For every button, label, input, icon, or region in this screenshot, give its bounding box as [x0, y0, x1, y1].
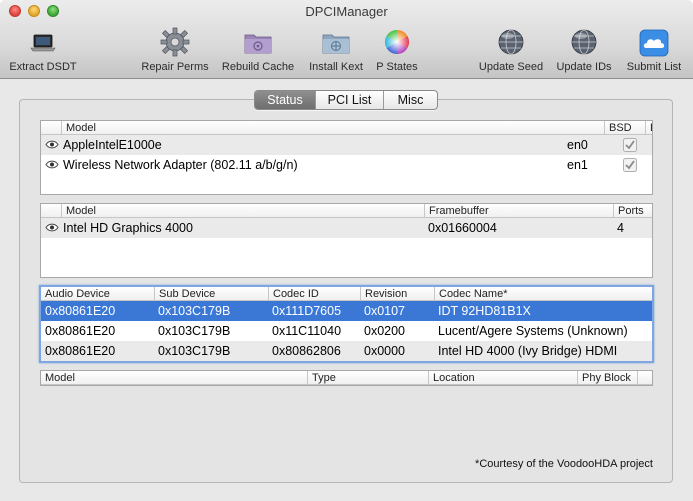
- table-row-selected[interactable]: 0x80861E20 0x103C179B 0x111D7605 0x0107 …: [41, 301, 652, 321]
- window-title: DPCIManager: [305, 4, 388, 19]
- graphics-table[interactable]: Model Framebuffer Ports Intel HD Graphic…: [40, 203, 653, 278]
- update-seed-label: Update Seed: [478, 61, 544, 73]
- eye-icon: [45, 160, 59, 169]
- tab-misc[interactable]: Misc: [383, 91, 437, 109]
- bsd-cell: en1: [567, 158, 588, 172]
- column-header-codec-name[interactable]: Codec Name*: [434, 287, 652, 301]
- extract-dsdt-label: Extract DSDT: [9, 61, 77, 73]
- codec-name-cell: IDT 92HD81B1X: [438, 304, 531, 318]
- footnote: *Courtesy of the VoodooHDA project: [475, 458, 653, 470]
- network-table[interactable]: Model BSD Builtin AppleIntelE1000e en0 W…: [40, 120, 653, 195]
- column-header-model[interactable]: Model: [61, 204, 424, 218]
- column-header-revision[interactable]: Revision: [360, 287, 434, 301]
- laptop-icon: [27, 26, 59, 58]
- table-row[interactable]: AppleIntelE1000e en0: [41, 135, 652, 155]
- folder-cache-icon: [242, 26, 274, 58]
- cloud-icon: [638, 26, 670, 58]
- column-header-audio-device[interactable]: Audio Device: [41, 287, 154, 301]
- rebuild-cache-label: Rebuild Cache: [221, 61, 295, 73]
- table-row[interactable]: Wireless Network Adapter (802.11 a/b/g/n…: [41, 155, 652, 175]
- extract-dsdt-button[interactable]: Extract DSDT: [4, 26, 82, 76]
- column-header-codec-id[interactable]: Codec ID: [268, 287, 360, 301]
- table-row[interactable]: 0x80861E20 0x103C179B 0x11C11040 0x0200 …: [41, 321, 652, 341]
- globe-download-icon: [495, 26, 527, 58]
- table-row[interactable]: Intel HD Graphics 4000 0x01660004 4: [41, 218, 652, 238]
- storage-table-header: Model Type Location Phy Block: [41, 371, 652, 385]
- model-cell: Wireless Network Adapter (802.11 a/b/g/n…: [63, 158, 298, 172]
- column-header-phy-block[interactable]: Phy Block: [577, 371, 637, 385]
- audio-device-cell: 0x80861E20: [45, 304, 116, 318]
- folder-kext-icon: [320, 26, 352, 58]
- column-header-builtin[interactable]: Builtin: [645, 121, 652, 135]
- model-cell: AppleIntelE1000e: [63, 138, 162, 152]
- audio-table-header: Audio Device Sub Device Codec ID Revisio…: [41, 287, 652, 301]
- audio-device-cell: 0x80861E20: [45, 324, 116, 338]
- header-corner: [637, 371, 652, 385]
- eye-icon: [45, 223, 59, 232]
- header-spacer: [41, 121, 61, 135]
- tab-bar: Status PCI List Misc: [254, 90, 438, 110]
- revision-cell: 0x0000: [364, 344, 406, 358]
- revision-cell: 0x0107: [364, 304, 406, 318]
- codec-id-cell: 0x11C11040: [272, 324, 342, 338]
- ports-cell: 4: [617, 221, 624, 235]
- globe-icon: [568, 26, 600, 58]
- codec-name-cell: Intel HD 4000 (Ivy Bridge) HDMI: [438, 344, 618, 358]
- column-header-sub-device[interactable]: Sub Device: [154, 287, 268, 301]
- column-header-framebuffer[interactable]: Framebuffer: [424, 204, 613, 218]
- builtin-checkbox: [623, 138, 637, 152]
- submit-list-label: Submit List: [626, 61, 682, 73]
- revision-cell: 0x0200: [364, 324, 406, 338]
- column-header-ports[interactable]: Ports: [613, 204, 652, 218]
- codec-name-cell: Lucent/Agere Systems (Unknown): [438, 324, 628, 338]
- gear-icon: [159, 26, 191, 58]
- framebuffer-cell: 0x01660004: [428, 221, 497, 235]
- rebuild-cache-button[interactable]: Rebuild Cache: [219, 26, 297, 76]
- color-wheel-icon: [381, 26, 413, 58]
- update-seed-button[interactable]: Update Seed: [474, 26, 548, 76]
- submit-list-button[interactable]: Submit List: [620, 26, 688, 76]
- toolbar: DPCIManager Extract DSDT Repair Perms Re…: [0, 0, 693, 79]
- audio-table[interactable]: Audio Device Sub Device Codec ID Revisio…: [39, 285, 654, 363]
- tab-pci-list[interactable]: PCI List: [315, 91, 383, 109]
- install-kext-button[interactable]: Install Kext: [298, 26, 374, 76]
- builtin-checkbox: [623, 158, 637, 172]
- table-row[interactable]: 0x80861E20 0x103C179B 0x80862806 0x0000 …: [41, 341, 652, 361]
- sub-device-cell: 0x103C179B: [158, 324, 231, 338]
- network-table-header: Model BSD Builtin: [41, 121, 652, 135]
- audio-device-cell: 0x80861E20: [45, 344, 116, 358]
- model-cell: Intel HD Graphics 4000: [63, 221, 193, 235]
- bsd-cell: en0: [567, 138, 588, 152]
- install-kext-label: Install Kext: [309, 61, 363, 73]
- app-window: DPCIManager Extract DSDT Repair Perms Re…: [0, 0, 693, 501]
- column-header-location[interactable]: Location: [428, 371, 577, 385]
- sub-device-cell: 0x103C179B: [158, 344, 231, 358]
- update-ids-button[interactable]: Update IDs: [552, 26, 616, 76]
- storage-table[interactable]: Model Type Location Phy Block: [40, 370, 653, 386]
- column-header-model[interactable]: Model: [61, 121, 604, 135]
- update-ids-label: Update IDs: [556, 61, 612, 73]
- graphics-table-header: Model Framebuffer Ports: [41, 204, 652, 218]
- p-states-label: P States: [376, 61, 418, 73]
- repair-perms-button[interactable]: Repair Perms: [136, 26, 214, 76]
- column-header-type[interactable]: Type: [307, 371, 428, 385]
- eye-icon: [45, 140, 59, 149]
- repair-perms-label: Repair Perms: [141, 61, 209, 73]
- header-spacer: [41, 204, 61, 218]
- codec-id-cell: 0x111D7605: [272, 304, 342, 318]
- p-states-button[interactable]: P States: [370, 26, 424, 76]
- column-header-bsd[interactable]: BSD: [604, 121, 645, 135]
- column-header-model[interactable]: Model: [41, 371, 307, 385]
- tab-status[interactable]: Status: [255, 91, 315, 109]
- sub-device-cell: 0x103C179B: [158, 304, 231, 318]
- codec-id-cell: 0x80862806: [272, 344, 341, 358]
